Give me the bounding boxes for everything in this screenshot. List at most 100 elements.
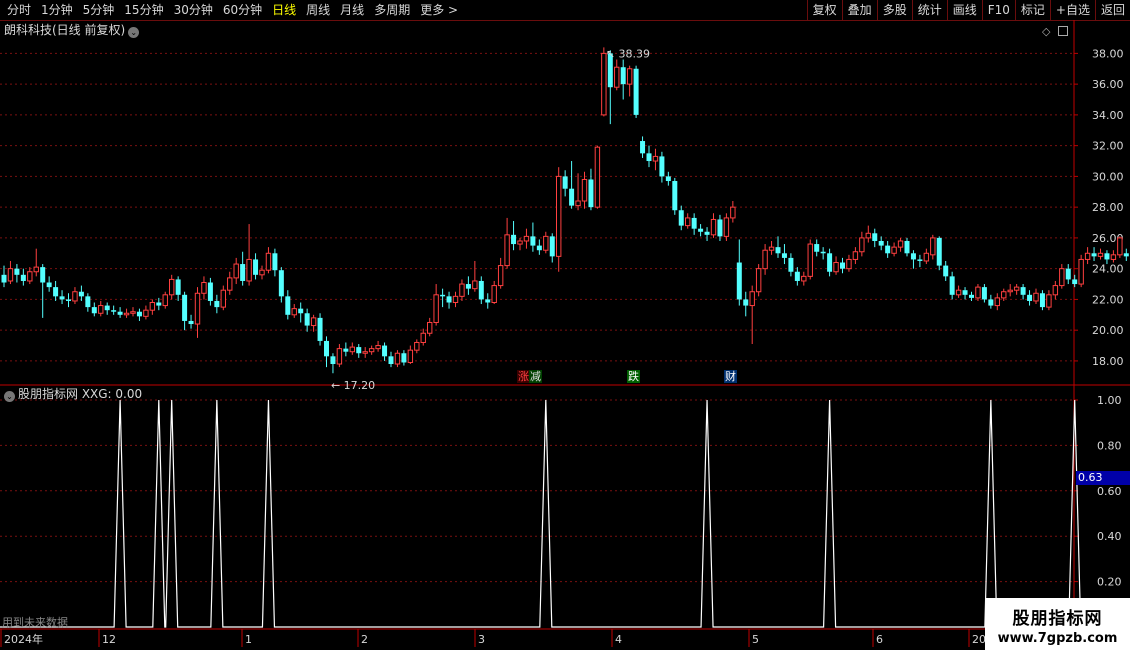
candle-body [272, 253, 278, 271]
candle-body [981, 287, 987, 300]
candle-body [188, 320, 194, 325]
candle-body [298, 308, 304, 314]
candle-body [717, 219, 723, 237]
candle-body [846, 258, 852, 270]
candle-body [685, 217, 691, 227]
candle-body [781, 253, 787, 258]
candle-body [324, 340, 329, 357]
candle-body [1020, 287, 1026, 295]
candle-body [14, 268, 20, 275]
candle-body [85, 296, 91, 308]
candle-body [904, 240, 910, 254]
candle-body [285, 296, 291, 315]
candle-body [259, 269, 265, 276]
kline-chart: 38.0036.0034.0032.0030.0028.0026.0024.00… [0, 20, 1130, 650]
candle-body [852, 251, 859, 260]
candle-body [465, 284, 471, 289]
candle-body [736, 262, 742, 300]
date-label: 5 [752, 633, 759, 646]
candle-body [626, 68, 633, 85]
candle-body [420, 332, 426, 343]
candle-body [614, 66, 620, 88]
candle-body [1052, 285, 1059, 296]
candle-body [33, 266, 39, 273]
xxg-signal-line [0, 399, 1082, 628]
candle-body [117, 311, 123, 315]
candle-body [401, 353, 407, 363]
candle-body [891, 246, 897, 254]
price-tick-label: 28.00 [1092, 201, 1124, 214]
date-label: 12 [102, 633, 116, 646]
candle-body [691, 217, 697, 229]
candle-body [775, 247, 781, 254]
future-data-note: 用到未来数据 [2, 616, 68, 629]
indicator-tick-label: 0.80 [1097, 439, 1122, 452]
candle-body [349, 346, 356, 353]
candle-body [930, 237, 936, 256]
candle-body [478, 280, 484, 300]
candle-body [594, 146, 601, 208]
candle-body [672, 181, 678, 211]
candle-body [1007, 289, 1013, 293]
watermark-url: www.7gpzb.com [997, 631, 1118, 646]
candle-body [1059, 268, 1065, 287]
candle-body [814, 244, 820, 252]
price-tick-label: 18.00 [1092, 355, 1124, 368]
candle-body [220, 289, 227, 308]
candle-body [265, 252, 272, 271]
event-tag-2[interactable]: 跌 [627, 370, 640, 383]
candle-body [317, 317, 323, 341]
chevron-down-icon[interactable]: ⌄ [4, 391, 15, 402]
candle-body [601, 52, 607, 116]
candle-body [801, 275, 807, 282]
candle-body [768, 246, 775, 251]
candle-body [20, 274, 26, 281]
indicator-title: ⌄ 股朋指标网 XXG: 0.00 [4, 387, 143, 402]
candle-body [1072, 279, 1078, 285]
candle-body [310, 317, 317, 327]
indicator-title-text: 股朋指标网 XXG: 0.00 [18, 387, 143, 401]
candle-body [955, 289, 962, 296]
candle-body [427, 321, 433, 334]
candle-body [1027, 294, 1033, 301]
candle-body [388, 356, 394, 365]
date-label: 20 [972, 633, 986, 646]
candle-body [678, 210, 684, 226]
candle-body [1091, 253, 1097, 257]
candle-body [949, 276, 955, 295]
candle-body [278, 270, 284, 297]
candle-body [382, 345, 388, 357]
candle-body [330, 356, 336, 365]
candle-body [872, 233, 878, 241]
event-tag-3[interactable]: 财 [724, 370, 737, 383]
candle-body [169, 278, 175, 296]
candle-body [343, 348, 349, 352]
price-tick-label: 38.00 [1092, 47, 1124, 60]
candle-body [562, 176, 568, 189]
candle-body [878, 240, 884, 246]
candle-body [530, 236, 536, 246]
candle-body [917, 259, 923, 261]
candle-body [827, 253, 833, 272]
candle-body [536, 245, 542, 251]
candle-body [698, 228, 704, 232]
candle-body [885, 245, 891, 254]
watermark-title: 股朋指标网 [1012, 609, 1103, 629]
event-tag-1[interactable]: 减 [529, 370, 542, 383]
candle-body [807, 243, 813, 277]
price-tick-label: 32.00 [1092, 140, 1124, 153]
candle-body [111, 310, 117, 312]
candle-body [936, 237, 942, 266]
candle-body [840, 262, 845, 269]
candle-body [569, 188, 575, 206]
price-tick-label: 36.00 [1092, 78, 1124, 91]
candle-body [988, 299, 994, 306]
candle-body [523, 235, 530, 242]
candle-body [407, 349, 414, 363]
candle-body [549, 236, 555, 257]
candle-body [581, 178, 588, 202]
high-price-label: ↖ 38.39 [606, 47, 650, 60]
candle-body [182, 294, 188, 321]
candle-body [452, 295, 459, 303]
candle-body [975, 286, 981, 299]
